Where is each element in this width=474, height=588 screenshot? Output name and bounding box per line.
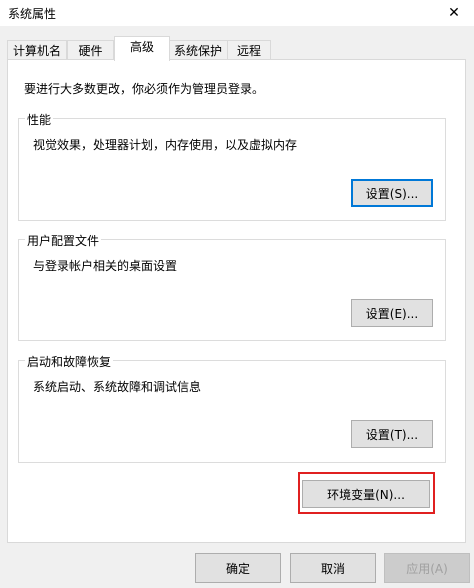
- window-title: 系统属性: [8, 7, 57, 21]
- startup-recovery-description: 系统启动、系统故障和调试信息: [33, 380, 202, 394]
- cancel-button[interactable]: 取消: [290, 553, 376, 583]
- highlight-box: [298, 472, 435, 514]
- user-profiles-description: 与登录帐户相关的桌面设置: [33, 259, 178, 273]
- performance-group-title: 性能: [25, 111, 54, 128]
- tab-hardware[interactable]: 硬件: [67, 40, 114, 60]
- startup-recovery-group: 启动和故障恢复 系统启动、系统故障和调试信息 设置(T)...: [18, 353, 446, 463]
- tab-remote[interactable]: 远程: [227, 40, 271, 60]
- admin-note: 要进行大多数更改，你必须作为管理员登录。: [24, 82, 265, 96]
- performance-description: 视觉效果，处理器计划，内存使用，以及虚拟内存: [33, 138, 298, 152]
- startup-recovery-settings-button[interactable]: 设置(T)...: [351, 420, 433, 448]
- tab-advanced[interactable]: 高级: [114, 36, 170, 61]
- performance-settings-button[interactable]: 设置(S)...: [351, 179, 433, 207]
- user-profiles-group-title: 用户配置文件: [25, 232, 102, 249]
- user-profiles-group: 用户配置文件 与登录帐户相关的桌面设置 设置(E)...: [18, 232, 446, 341]
- close-icon[interactable]: ✕: [434, 0, 474, 26]
- tab-system-protection[interactable]: 系统保护: [167, 40, 229, 60]
- performance-group: 性能 视觉效果，处理器计划，内存使用，以及虚拟内存 设置(S)...: [18, 111, 446, 221]
- startup-recovery-group-title: 启动和故障恢复: [25, 353, 114, 370]
- user-profiles-settings-button[interactable]: 设置(E)...: [351, 299, 433, 327]
- tab-computer-name[interactable]: 计算机名: [7, 40, 67, 60]
- apply-button[interactable]: 应用(A): [384, 553, 470, 583]
- ok-button[interactable]: 确定: [195, 553, 281, 583]
- title-bar: 系统属性 ✕: [0, 0, 474, 26]
